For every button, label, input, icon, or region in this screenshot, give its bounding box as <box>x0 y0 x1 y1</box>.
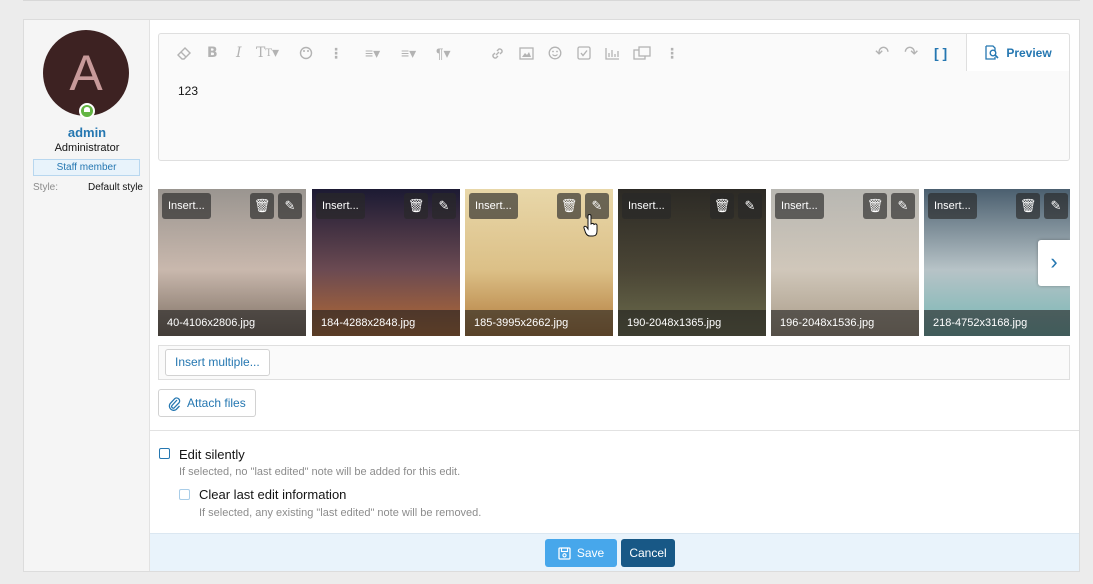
edit-silently-label[interactable]: Edit silently <box>179 447 245 462</box>
attachment-filename: 218-4752x3168.jpg <box>924 310 1070 336</box>
insert-button[interactable]: Insert... <box>775 193 824 219</box>
attachment-item[interactable]: Insert... 🗑 ✎ 190-2048x1365.jpg <box>618 189 766 336</box>
preview-button[interactable]: Preview <box>966 33 1070 71</box>
paragraph-icon[interactable]: ¶▾ <box>436 42 451 64</box>
redo-icon[interactable]: ↷ <box>904 42 918 64</box>
online-status-icon <box>79 103 95 119</box>
italic-icon[interactable]: I <box>236 42 242 64</box>
image-icon[interactable] <box>519 42 534 64</box>
attachment-item[interactable]: Insert... 🗑 ✎ 184-4288x2848.jpg <box>312 189 460 336</box>
edit-icon[interactable]: ✎ <box>278 193 302 219</box>
checkbox-icon[interactable] <box>577 42 591 64</box>
edit-silently-checkbox[interactable] <box>159 448 170 459</box>
more-icon[interactable]: ⋮ <box>665 42 679 64</box>
insert-button[interactable]: Insert... <box>622 193 671 219</box>
insert-button[interactable]: Insert... <box>928 193 977 219</box>
attach-files-button[interactable]: Attach files <box>158 389 256 417</box>
link-icon[interactable] <box>490 42 505 64</box>
chevron-right-icon[interactable]: › <box>1038 240 1070 286</box>
clear-edit-label[interactable]: Clear last edit information <box>199 487 346 502</box>
insert-button[interactable]: Insert... <box>316 193 365 219</box>
insert-multiple-bar: Insert multiple... <box>158 345 1070 380</box>
divider <box>150 430 1079 431</box>
delete-icon[interactable]: 🗑 <box>557 193 581 219</box>
align-icon[interactable]: ≡▾ <box>401 42 416 64</box>
save-icon <box>558 546 571 560</box>
staff-badge: Staff member <box>33 159 140 176</box>
attach-files-label: Attach files <box>187 395 246 410</box>
edit-silently-hint: If selected, no "last edited" note will … <box>179 466 461 478</box>
attachment-filename: 40-4106x2806.jpg <box>158 310 306 336</box>
attachment-filename: 190-2048x1365.jpg <box>618 310 766 336</box>
form-footer: Save Cancel <box>150 533 1079 571</box>
style-row: Style: Default style <box>33 182 143 193</box>
save-label: Save <box>576 546 605 560</box>
top-border <box>23 0 1080 1</box>
cancel-button[interactable]: Cancel <box>621 539 675 567</box>
clear-edit-hint: If selected, any existing "last edited" … <box>199 507 482 519</box>
delete-icon[interactable]: 🗑 <box>710 193 734 219</box>
clear-edit-checkbox[interactable] <box>179 489 190 500</box>
style-label: Style: <box>33 182 59 193</box>
insert-button[interactable]: Insert... <box>162 193 211 219</box>
user-info-column: A admin Administrator Staff member Style… <box>24 20 150 571</box>
preview-label: Preview <box>1006 45 1052 60</box>
attachment-item[interactable]: Insert... 🗑 ✎ 196-2048x1536.jpg <box>771 189 919 336</box>
delete-icon[interactable]: 🗑 <box>404 193 428 219</box>
palette-icon[interactable] <box>299 42 313 64</box>
save-button[interactable]: Save <box>545 539 617 567</box>
more-icon[interactable]: ⋮ <box>329 42 343 64</box>
edit-icon[interactable]: ✎ <box>738 193 762 219</box>
eraser-icon[interactable] <box>177 42 192 64</box>
text-size-icon[interactable]: T T ▾ <box>256 42 279 64</box>
attachment-filename: 196-2048x1536.jpg <box>771 310 919 336</box>
attachment-filename: 185-3995x2662.jpg <box>465 310 613 336</box>
preview-icon <box>985 45 999 60</box>
edit-post-panel: A admin Administrator Staff member Style… <box>23 19 1080 572</box>
attachment-thumbnails: Insert... 🗑 ✎ 40-4106x2806.jpg Insert...… <box>158 189 1070 336</box>
paperclip-icon <box>168 396 181 411</box>
attachment-item[interactable]: Insert... 🗑 ✎ 40-4106x2806.jpg <box>158 189 306 336</box>
edit-icon[interactable]: ✎ <box>1044 193 1068 219</box>
undo-icon[interactable]: ↶ <box>875 42 889 64</box>
delete-icon[interactable]: 🗑 <box>863 193 887 219</box>
edit-icon[interactable]: ✎ <box>891 193 915 219</box>
bold-icon[interactable]: B <box>207 42 218 64</box>
insert-multiple-button[interactable]: Insert multiple... <box>165 349 270 376</box>
hand-cursor-icon <box>583 214 598 237</box>
user-title: Administrator <box>54 142 120 154</box>
chart-icon[interactable] <box>605 42 620 64</box>
attachment-filename: 184-4288x2848.jpg <box>312 310 460 336</box>
list-icon[interactable]: ≡▾ <box>365 42 380 64</box>
style-value: Default style <box>87 182 143 193</box>
media-icon[interactable] <box>633 42 651 64</box>
username[interactable]: admin <box>24 125 150 140</box>
editor-content[interactable]: 123 <box>178 84 198 98</box>
edit-icon[interactable]: ✎ <box>432 193 456 219</box>
smilies-icon[interactable] <box>548 42 562 64</box>
editor-toolbar: B I T T ▾ ⋮ ≡▾ ≡▾ ¶▾ ⋮ ↶ ↷ [] Preview <box>159 33 1070 72</box>
delete-icon[interactable]: 🗑 <box>250 193 274 219</box>
attachment-item[interactable]: Insert... 🗑 ✎ 185-3995x2662.jpg <box>465 189 613 336</box>
rich-text-editor[interactable]: B I T T ▾ ⋮ ≡▾ ≡▾ ¶▾ ⋮ ↶ ↷ [] Preview 1… <box>158 33 1070 161</box>
bbcode-icon[interactable]: [ ] <box>934 42 947 64</box>
insert-button[interactable]: Insert... <box>469 193 518 219</box>
delete-icon[interactable]: 🗑 <box>1016 193 1040 219</box>
